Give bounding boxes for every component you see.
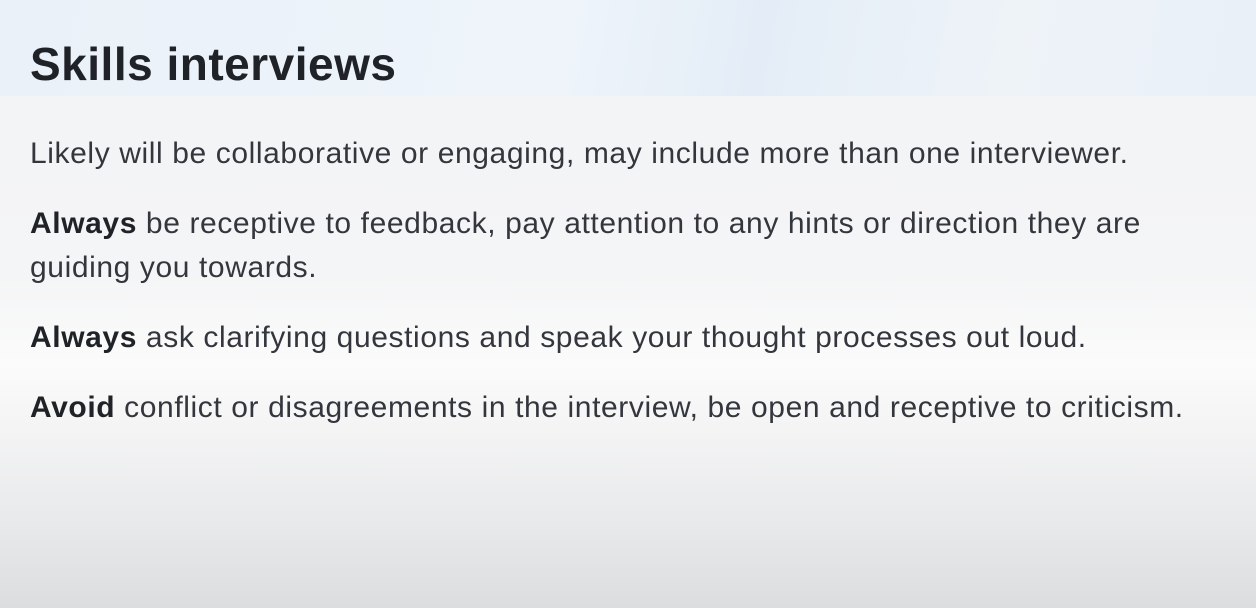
slide-title: Skills interviews (30, 38, 397, 90)
paragraph-2: Always be receptive to feedback, pay att… (30, 202, 1230, 290)
slide-body: Likely will be collaborative or engaging… (30, 132, 1230, 456)
paragraph-4: Avoid conflict or disagreements in the i… (30, 386, 1230, 430)
paragraph-1: Likely will be collaborative or engaging… (30, 132, 1230, 176)
paragraph-4-text: conflict or disagreements in the intervi… (115, 391, 1184, 424)
paragraph-4-lead: Avoid (30, 391, 116, 424)
paragraph-2-lead: Always (30, 207, 137, 240)
paragraph-3-lead: Always (30, 321, 137, 354)
paragraph-3: Always ask clarifying questions and spea… (30, 316, 1230, 360)
paragraph-2-text: be receptive to feedback, pay attention … (30, 207, 1141, 284)
slide: Skills interviews Likely will be collabo… (0, 0, 1256, 608)
paragraph-1-text: Likely will be collaborative or engaging… (30, 137, 1129, 170)
paragraph-3-text: ask clarifying questions and speak your … (137, 321, 1087, 354)
